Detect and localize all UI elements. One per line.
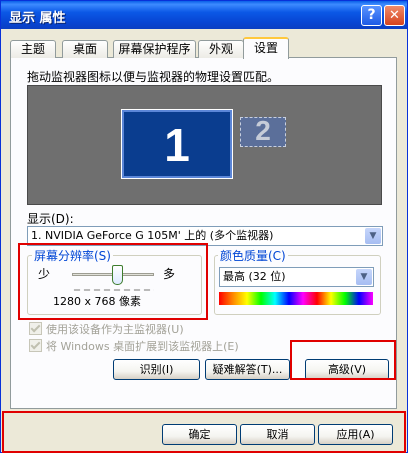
highlight-advanced	[290, 340, 396, 380]
color-preview-bar	[219, 292, 373, 305]
tab-desktop[interactable]: 桌面	[62, 40, 108, 58]
identify-button[interactable]: 识别(I)	[113, 359, 200, 380]
monitor-description: 拖动监视器图标以便与监视器的物理设置匹配。	[27, 70, 280, 84]
extend-desktop-label: 将 Windows 桌面扩展到该监视器上(E)	[46, 340, 239, 353]
tab-themes[interactable]: 主题	[10, 40, 56, 58]
help-button[interactable]: ?	[361, 5, 382, 26]
chevron-down-icon[interactable]: ▼	[365, 228, 381, 244]
highlight-resolution	[18, 243, 208, 320]
window-title: 显示 属性	[9, 11, 66, 26]
primary-monitor-checkbox[interactable]: 使用该设备作为主监视器(U)	[29, 321, 184, 337]
color-quality-value: 最高 (32 位)	[223, 270, 286, 283]
chevron-down-icon[interactable]: ▼	[356, 269, 372, 285]
highlight-footer-buttons	[2, 411, 406, 453]
color-quality-title: 颜色质量(C)	[218, 247, 288, 264]
display-label: 显示(D):	[27, 212, 74, 226]
monitor-1[interactable]: 1	[121, 109, 233, 179]
title-bar[interactable]: 显示 属性 ? ✕	[1, 1, 407, 29]
monitor-2-label: 2	[255, 115, 271, 146]
tab-appearance[interactable]: 外观	[198, 40, 244, 58]
close-icon: ✕	[389, 8, 400, 23]
help-icon: ?	[367, 7, 376, 23]
display-select-value: 1. NVIDIA GeForce G 105M' 上的 (多个监视器)	[31, 229, 274, 242]
primary-monitor-label: 使用该设备作为主监视器(U)	[46, 323, 184, 336]
checkbox-extend-box[interactable]	[29, 339, 42, 352]
color-quality-select[interactable]: 最高 (32 位) ▼	[219, 267, 374, 287]
monitor-1-label: 1	[164, 119, 190, 171]
monitor-2[interactable]: 2	[240, 115, 286, 147]
checkbox-primary-box[interactable]	[29, 322, 42, 335]
tab-screensaver[interactable]: 屏幕保护程序	[113, 40, 196, 58]
close-button[interactable]: ✕	[384, 5, 405, 26]
tab-settings[interactable]: 设置	[243, 37, 289, 59]
troubleshoot-button[interactable]: 疑难解答(T)...	[205, 359, 290, 380]
extend-desktop-checkbox[interactable]: 将 Windows 桌面扩展到该监视器上(E)	[29, 338, 239, 354]
